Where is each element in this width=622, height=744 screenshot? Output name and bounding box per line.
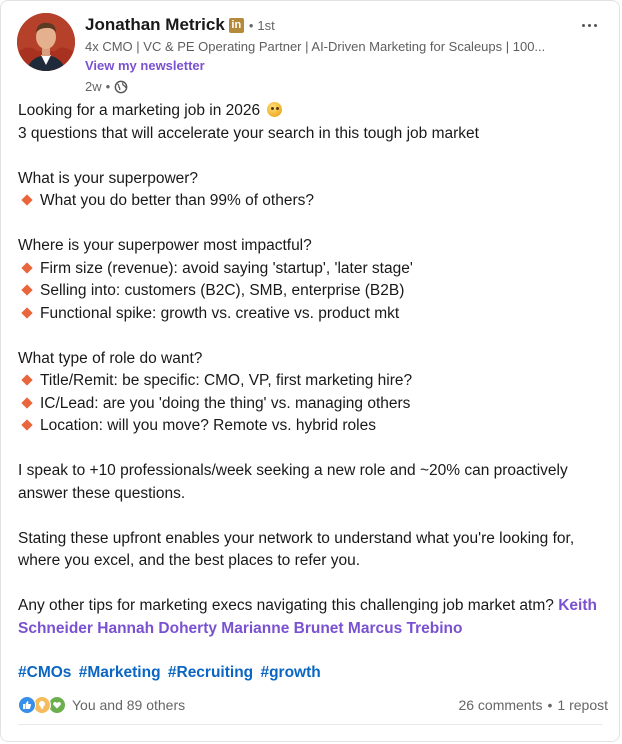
question-heading: What is your superpower? <box>18 169 199 187</box>
post-intro-line: 3 questions that will accelerate your se… <box>18 124 479 142</box>
hashtag-cmos[interactable]: #CMOs <box>18 664 71 681</box>
author-name-row: Jonathan Metrick in • 1st <box>85 14 565 36</box>
avatar-photo-icon <box>17 13 75 71</box>
more-options-icon <box>581 23 585 27</box>
orange-diamond-icon <box>21 284 33 297</box>
orange-diamond-icon <box>21 419 33 432</box>
paragraph-line: Stating these upfront enables your netwo… <box>18 529 575 547</box>
bullet-item: What you do better than 99% of others? <box>18 190 613 213</box>
mention-hannah-doherty[interactable]: Hannah Doherty <box>97 620 217 637</box>
paragraph-line: answer these questions. <box>18 484 186 502</box>
connection-degree: 1st <box>257 17 275 33</box>
more-options-icon <box>587 23 591 27</box>
author-headline: 4x CMO | VC & PE Operating Partner | AI-… <box>85 39 546 54</box>
reactions-count[interactable]: You and 89 others <box>72 697 185 713</box>
reactions-summary[interactable]: You and 89 others <box>18 696 185 714</box>
orange-diamond-icon <box>21 262 33 274</box>
mention-marcus-trebino[interactable]: Marcus Trebino <box>348 620 463 637</box>
social-separator: • <box>547 697 553 713</box>
more-options-button[interactable] <box>577 15 601 35</box>
paragraph-line: where you excel, and the best places to … <box>18 552 361 569</box>
paragraph-line: I speak to +10 professionals/week seekin… <box>18 462 568 479</box>
like-icon <box>18 696 36 714</box>
hashtag-recruiting[interactable]: #Recruiting <box>168 664 253 681</box>
orange-diamond-icon <box>21 397 33 409</box>
more-options-icon <box>593 23 597 27</box>
orange-diamond-icon <box>21 194 33 207</box>
mention-marianne-brunet[interactable]: Marianne Brunet <box>221 620 343 637</box>
orange-diamond-icon <box>21 374 33 387</box>
question-heading: Where is your superpower most impactful? <box>18 237 312 254</box>
flushed-face-emoji-icon <box>267 102 283 117</box>
divider <box>18 724 602 725</box>
social-counts: You and 89 others 26 comments • 1 repost <box>18 694 608 716</box>
bullet-item: Selling into: customers (B2C), SMB, ente… <box>18 280 613 303</box>
social-right: 26 comments • 1 repost <box>458 697 608 713</box>
degree-separator: • <box>248 17 254 33</box>
bullet-item: IC/Lead: are you 'doing the thing' vs. m… <box>18 393 613 416</box>
bullet-item: Title/Remit: be specific: CMO, VP, first… <box>18 370 613 393</box>
mention-keith-schneider[interactable]: Schneider <box>18 620 93 637</box>
bullet-item: Firm size (revenue): avoid saying 'start… <box>18 258 613 281</box>
orange-diamond-icon <box>21 307 33 319</box>
reposts-count-link[interactable]: 1 repost <box>557 697 608 713</box>
bullet-item: Functional spike: growth vs. creative vs… <box>18 303 613 326</box>
hashtag-marketing[interactable]: #Marketing <box>79 664 161 681</box>
author-avatar[interactable] <box>17 13 75 71</box>
post-body: Looking for a marketing job in 2026 3 qu… <box>18 100 613 640</box>
intro-text: Looking for a marketing job in 2026 <box>18 102 261 119</box>
mention-keith-schneider[interactable]: Keith <box>558 597 597 614</box>
post-meta: 2w • <box>85 79 565 95</box>
post-intro-line: Looking for a marketing job in 2026 <box>18 100 613 123</box>
post-card: Jonathan Metrick in • 1st 4x CMO | VC & … <box>0 0 620 742</box>
author-block: Jonathan Metrick in • 1st 4x CMO | VC & … <box>85 14 565 95</box>
author-name[interactable]: Jonathan Metrick <box>85 15 225 35</box>
paragraph-line: Any other tips for marketing execs navig… <box>18 597 597 614</box>
globe-icon <box>114 80 128 94</box>
question-heading: What type of role do want? <box>18 349 203 367</box>
post-age: 2w <box>85 79 102 94</box>
mentions-line: Schneider Hannah Doherty Marianne Brunet… <box>18 618 613 641</box>
hashtag-growth[interactable]: #growth <box>260 664 320 681</box>
bullet-item: Location: will you move? Remote vs. hybr… <box>18 415 613 438</box>
meta-separator: • <box>105 79 111 94</box>
hashtags: #CMOs #Marketing #Recruiting #growth <box>18 664 324 682</box>
linkedin-premium-icon: in <box>228 17 244 33</box>
view-newsletter-link[interactable]: View my newsletter <box>85 58 205 74</box>
comments-count-link[interactable]: 26 comments <box>458 697 542 713</box>
